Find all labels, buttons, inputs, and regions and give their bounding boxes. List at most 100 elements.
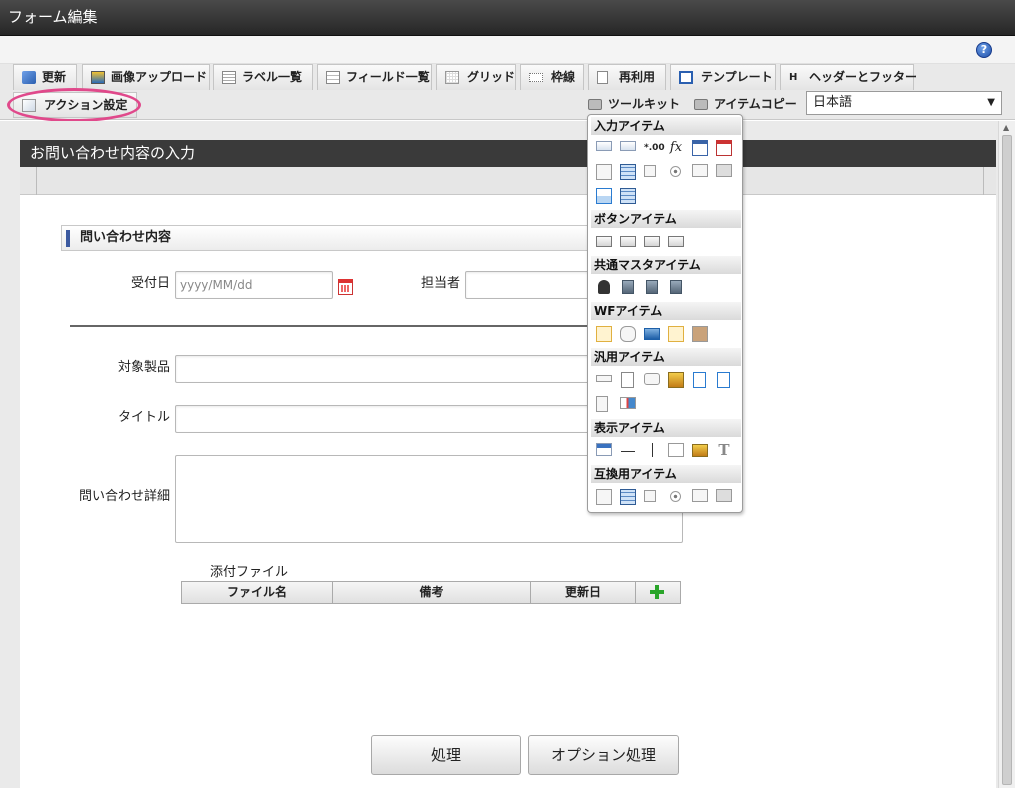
user-item-icon[interactable] — [598, 280, 610, 294]
assignee-input[interactable] — [465, 271, 589, 299]
process-button[interactable]: 処理 — [371, 735, 521, 775]
tab-update[interactable]: 更新 — [13, 64, 77, 90]
table-item-icon[interactable] — [716, 164, 732, 177]
tab-reuse[interactable]: 再利用 — [588, 64, 666, 90]
form-subheader — [20, 167, 996, 195]
tab-header-footer-label: ヘッダーとフッター — [809, 70, 918, 84]
template-icon — [679, 71, 693, 84]
tab-label-list[interactable]: ラベル一覧 — [213, 64, 313, 90]
panel-item-icon[interactable] — [596, 396, 608, 412]
action-icon — [22, 99, 36, 112]
grid-item-icon[interactable] — [620, 188, 636, 204]
tab-update-label: 更新 — [42, 70, 67, 84]
compat-select-item-icon[interactable] — [596, 489, 612, 505]
tab-template-label: テンプレート — [701, 70, 773, 84]
history-item-icon[interactable] — [668, 326, 684, 342]
palette-category-input: 入力アイテム — [591, 117, 741, 135]
back-button-item-icon[interactable] — [644, 236, 660, 247]
tab-image-upload[interactable]: 画像アップロード — [82, 64, 210, 90]
multi-select-item-icon[interactable] — [692, 164, 708, 177]
hidden-item-icon[interactable] — [596, 375, 612, 382]
reuse-icon — [597, 71, 608, 84]
horizontal-line-item-icon[interactable] — [621, 451, 635, 452]
palette-category-wf: WFアイテム — [591, 302, 741, 320]
chevron-down-icon: ▼ — [987, 97, 995, 108]
text-field-item-icon[interactable] — [596, 141, 612, 151]
text-field-button-item-icon[interactable] — [620, 141, 636, 151]
compat-multi-select-item-icon[interactable] — [692, 489, 708, 502]
toolkit-icon — [588, 99, 602, 110]
tab-template[interactable]: テンプレート — [670, 64, 776, 90]
submit-button-item-icon[interactable] — [596, 236, 612, 247]
tab-action-settings[interactable]: アクション設定 — [13, 92, 137, 118]
box-item-icon[interactable] — [668, 443, 684, 457]
help-icon[interactable]: ? — [976, 42, 992, 58]
clipboard-item-icon[interactable] — [596, 326, 612, 342]
camera-item-icon[interactable] — [644, 373, 660, 385]
label-list-icon — [222, 71, 236, 84]
checkbox-item-icon[interactable] — [644, 165, 656, 177]
tab-reuse-label: 再利用 — [619, 70, 656, 84]
next-button-item-icon[interactable] — [620, 236, 636, 247]
tab-grid-label: グリッド — [467, 70, 516, 84]
file-upload-item-icon[interactable] — [596, 188, 612, 204]
company-item-icon[interactable] — [670, 280, 682, 294]
compat-radio-item-icon[interactable] — [670, 491, 681, 502]
media-item-icon[interactable] — [620, 397, 636, 409]
title-label: タイトル — [117, 410, 170, 425]
border-icon — [529, 73, 543, 82]
number-item-icon[interactable]: *.00 — [644, 140, 665, 156]
palette-category-compat: 互換用アイテム — [591, 465, 741, 483]
vertical-line-item-icon[interactable] — [652, 443, 653, 457]
radio-item-icon[interactable] — [670, 166, 681, 177]
display-image-item-icon[interactable] — [692, 444, 708, 457]
language-value: 日本語 — [813, 95, 853, 110]
select-item-icon[interactable] — [596, 164, 612, 180]
image-upload-icon — [91, 71, 105, 84]
palette-category-display: 表示アイテム — [591, 419, 741, 437]
text-item-icon[interactable]: T — [716, 442, 732, 458]
calendar-icon[interactable] — [338, 279, 353, 295]
list-item-icon[interactable] — [620, 164, 636, 180]
return-button-item-icon[interactable] — [668, 236, 684, 247]
received-date-label: 受付日 — [130, 276, 170, 291]
user-org-item-icon[interactable] — [646, 280, 658, 294]
title-input[interactable] — [175, 405, 589, 433]
attachment-item-icon[interactable] — [620, 326, 636, 342]
option-process-button[interactable]: オプション処理 — [528, 735, 679, 775]
product-input[interactable] — [175, 355, 589, 383]
scroll-up-icon[interactable]: ▲ — [1003, 123, 1009, 132]
compat-list-item-icon[interactable] — [620, 489, 636, 505]
organization-item-icon[interactable] — [622, 280, 634, 294]
received-date-placeholder: yyyy/MM/dd — [180, 278, 253, 292]
add-attachment-icon[interactable] — [650, 585, 664, 599]
document-item-icon[interactable] — [621, 372, 634, 388]
compat-table-item-icon[interactable] — [716, 489, 732, 502]
download-doc-item-icon[interactable] — [717, 372, 730, 388]
palette-category-button: ボタンアイテム — [591, 210, 741, 228]
form-title: お問い合わせ内容の入力 — [20, 140, 996, 167]
link-item-icon[interactable] — [668, 372, 684, 388]
vertical-scrollbar[interactable]: ▲ — [998, 121, 1015, 788]
assignee-label: 担当者 — [420, 276, 460, 291]
received-date-input[interactable]: yyyy/MM/dd — [175, 271, 333, 299]
formula-item-icon[interactable]: fx — [668, 140, 684, 156]
tab-border[interactable]: 枠線 — [520, 64, 584, 90]
tab-field-list-label: フィールド一覧 — [346, 70, 430, 84]
datetime-item-icon[interactable] — [716, 140, 732, 156]
label-item-icon[interactable] — [596, 443, 612, 456]
section-accent-bar — [66, 230, 70, 247]
date-item-icon[interactable] — [692, 140, 708, 156]
tab-grid[interactable]: グリッド — [436, 64, 516, 90]
stamp-item-icon[interactable] — [692, 326, 708, 342]
compat-checkbox-item-icon[interactable] — [644, 490, 656, 502]
tab-action-settings-label: アクション設定 — [44, 98, 128, 112]
scrollbar-thumb[interactable] — [1002, 135, 1012, 785]
column-header-updated: 更新日 — [531, 582, 636, 603]
tab-header-footer[interactable]: H ヘッダーとフッター — [780, 64, 918, 90]
upload-doc-item-icon[interactable] — [693, 372, 706, 388]
language-select[interactable]: 日本語 ▼ — [806, 91, 1002, 115]
tab-field-list[interactable]: フィールド一覧 — [317, 64, 432, 90]
help-bar: ? — [0, 36, 1015, 64]
image-item-icon[interactable] — [644, 328, 660, 340]
